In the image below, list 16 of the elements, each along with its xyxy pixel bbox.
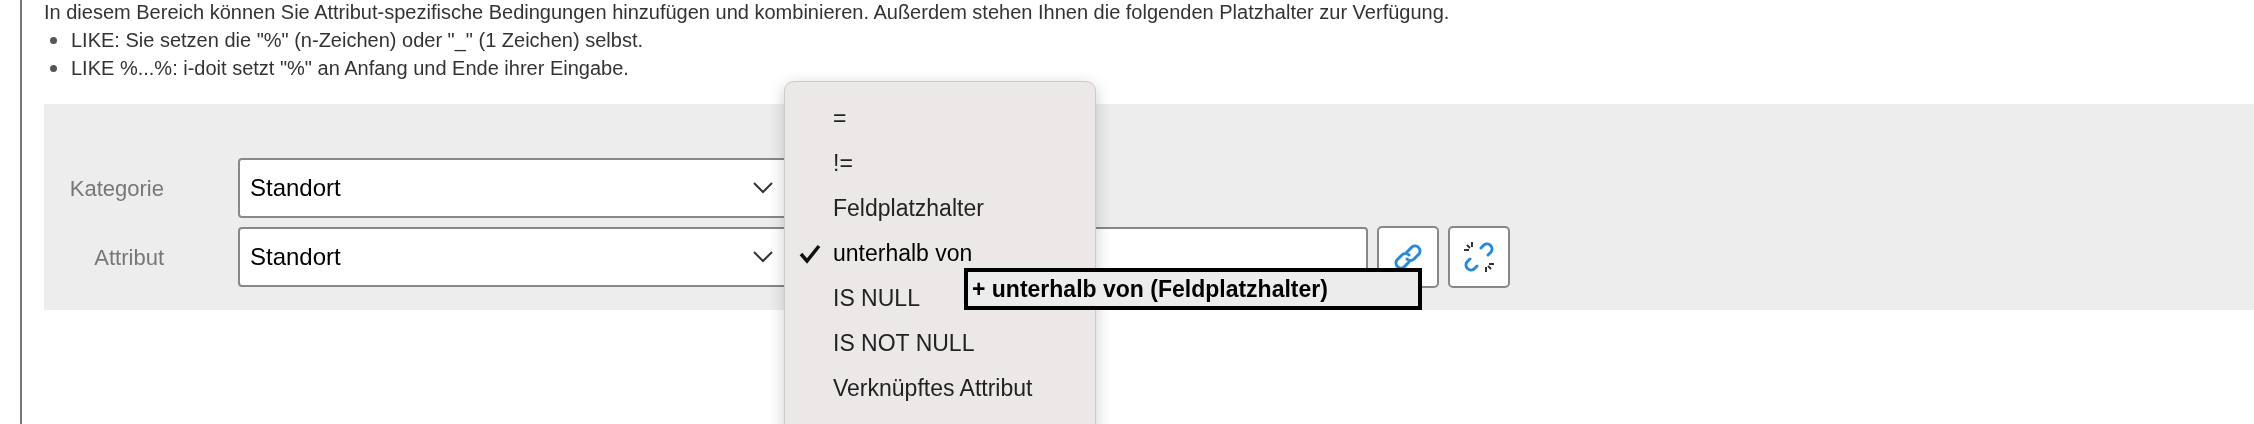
intro-text: In diesem Bereich können Sie Attribut-spezifische Bedingungen hinzufügen und kombinieren. Außerdem stehen Ihnen die folgenden Platzhalter zur Verfügung. bbox=[44, 0, 1451, 24]
broken-link-icon bbox=[1462, 240, 1496, 274]
chevron-down-icon bbox=[752, 181, 774, 195]
unlink-button[interactable] bbox=[1448, 226, 1510, 288]
tooltip: + unterhalb von (Feldplatzhalter) bbox=[964, 268, 1422, 310]
bullet-icon bbox=[50, 64, 57, 72]
menu-item[interactable]: IS NOT NULL bbox=[785, 321, 1095, 366]
bullet-text: LIKE: Sie setzen die "%" (n-Zeichen) oder "_" (1 Zeichen) selbst. bbox=[71, 28, 643, 54]
field-label: Attribut bbox=[93, 243, 164, 272]
menu-item[interactable]: Verknüpftes Attribut bbox=[785, 366, 1095, 411]
bullet-text: LIKE %...%: i-doit setzt "%" an Anfang und Ende ihrer Eingabe. bbox=[71, 56, 629, 81]
field-label: Kategorie bbox=[68, 174, 164, 203]
menu-item[interactable]: = bbox=[785, 96, 1095, 141]
chevron-down-icon bbox=[752, 250, 774, 264]
checkmark-icon bbox=[799, 243, 821, 264]
bullet-icon bbox=[50, 36, 57, 44]
